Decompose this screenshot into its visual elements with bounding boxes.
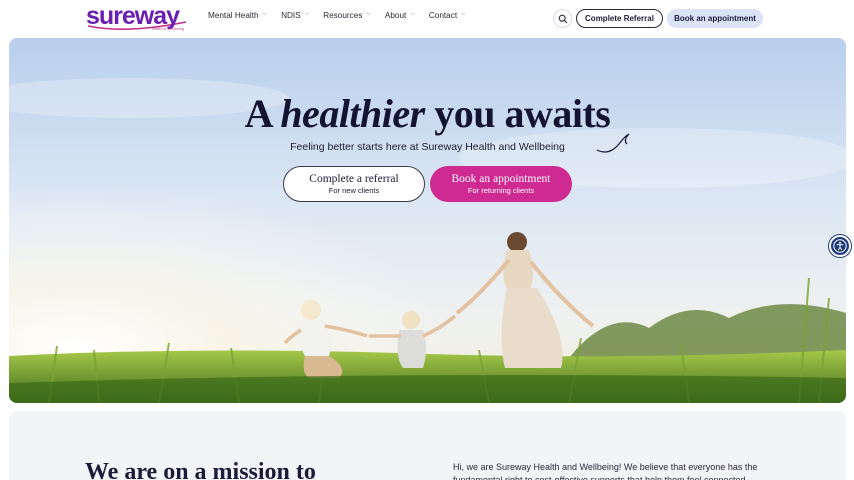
search-icon [558, 14, 567, 23]
accessibility-button[interactable] [829, 235, 851, 257]
sureway-logo[interactable]: sureway health & wellbeing [86, 2, 194, 32]
accessibility-icon [833, 239, 847, 253]
hero-subtitle: Feeling better starts here at Sureway He… [290, 141, 565, 153]
nav-item-label: About [384, 11, 407, 20]
logo-tagline: health & wellbeing [151, 27, 184, 31]
logo-wordmark: sureway [86, 2, 180, 30]
nav-item-ndis[interactable]: NDIS ⌵ [281, 11, 309, 20]
site-header: sureway health & wellbeing Mental Health… [0, 0, 854, 37]
cta-label: Complete a referral [309, 172, 399, 185]
nav-item-about[interactable]: About ⌵ [385, 11, 415, 20]
nav-item-mental-health[interactable]: Mental Health ⌵ [208, 11, 267, 20]
cta-sublabel: For new clients [328, 185, 380, 195]
nav-item-label: Contact [428, 11, 458, 20]
chevron-down-icon: ⌵ [461, 11, 466, 17]
nav-item-resources[interactable]: Resources ⌵ [323, 11, 371, 20]
complete-referral-button[interactable]: Complete Referral [576, 9, 663, 28]
mission-section: We are on a mission to Hi, we are Surewa… [9, 411, 846, 480]
hero-title-italic: healthier [280, 91, 425, 136]
hero-banner: A healthier you awaits Feeling better st… [9, 38, 846, 403]
nav-item-label: NDIS [281, 11, 301, 20]
search-button[interactable] [553, 9, 572, 28]
book-appointment-button[interactable]: Book an appointment [667, 9, 763, 28]
chevron-down-icon: ⌵ [410, 11, 415, 17]
hero-title-post: you awaits [424, 91, 611, 136]
main-nav: Mental Health ⌵ NDIS ⌵ Resources ⌵ About… [208, 11, 480, 20]
chevron-down-icon: ⌵ [262, 11, 268, 17]
hero-title-pre: A [244, 91, 281, 136]
nav-item-label: Resources [323, 11, 363, 20]
chevron-down-icon: ⌵ [304, 11, 310, 17]
nav-item-label: Mental Health [208, 11, 259, 20]
nav-item-contact[interactable]: Contact ⌵ [429, 11, 466, 20]
book-appointment-cta[interactable]: Book an appointment For returning client… [430, 166, 572, 202]
mission-title: We are on a mission to [85, 459, 316, 480]
complete-referral-cta[interactable]: Complete a referral For new clients [283, 166, 425, 202]
chevron-down-icon: ⌵ [366, 11, 371, 17]
cta-label: Book an appointment [451, 172, 551, 185]
hero-title: A healthier you awaits [9, 90, 846, 137]
mission-text: Hi, we are Sureway Health and Wellbeing!… [453, 462, 758, 480]
cta-sublabel: For returning clients [467, 185, 535, 195]
